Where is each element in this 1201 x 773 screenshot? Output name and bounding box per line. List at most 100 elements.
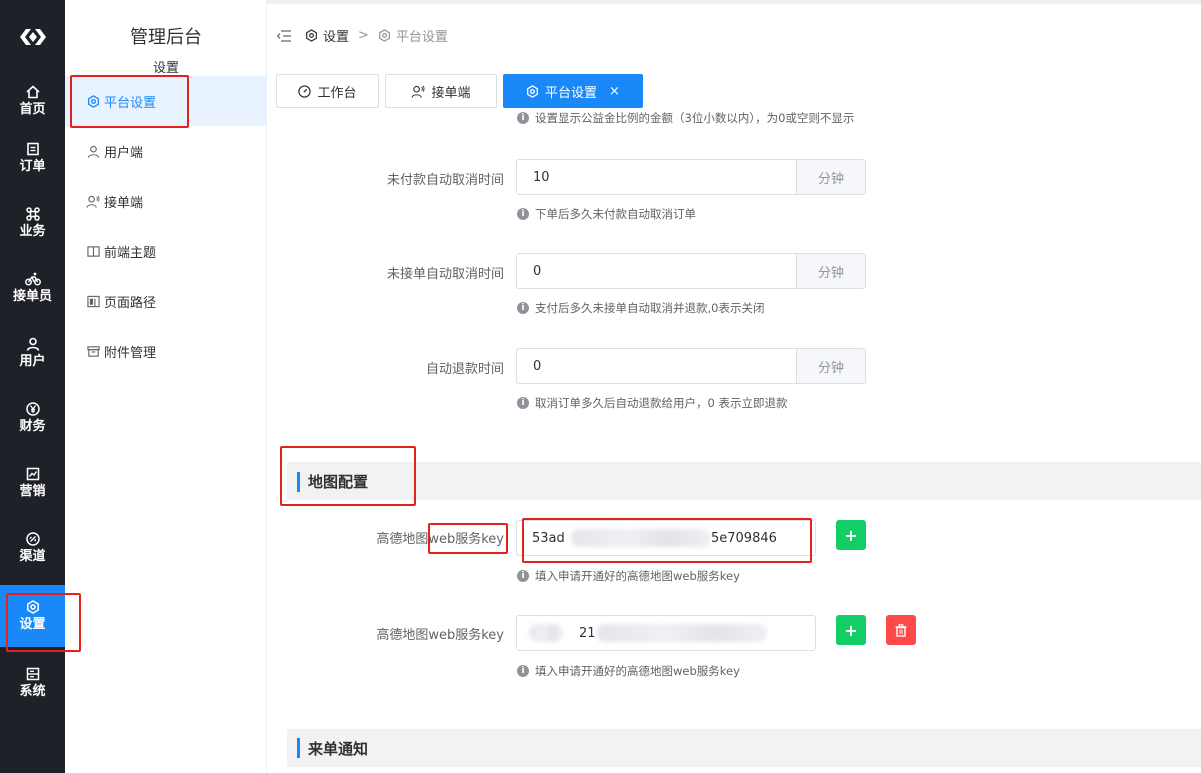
- unpaid-cancel-input[interactable]: 10: [516, 159, 796, 195]
- unaccepted-cancel-label: 未接单自动取消时间: [386, 267, 504, 282]
- info-icon: i: [517, 397, 529, 409]
- key-value-fragment: 21: [579, 625, 596, 641]
- logo-icon: [19, 29, 46, 45]
- label-part: web服务key: [428, 628, 504, 643]
- unaccepted-cancel-input-group: 0 分钟: [516, 253, 866, 289]
- archive-icon: [86, 344, 100, 358]
- submenu-item-frontend-theme[interactable]: 前端主题: [65, 226, 267, 276]
- settings-icon: [86, 94, 100, 108]
- yuan-icon: [25, 401, 41, 417]
- rail-item-orders[interactable]: 订单: [0, 127, 65, 189]
- rail-label: 营销: [19, 484, 46, 499]
- rail-label: 渠道: [19, 549, 46, 564]
- rail-item-channels[interactable]: 渠道: [0, 517, 65, 579]
- delete-key-button[interactable]: [886, 615, 916, 645]
- submenu-item-label: 附件管理: [104, 345, 157, 361]
- map-key-input-1[interactable]: 53ad 5e709846: [516, 520, 816, 556]
- redacted-mask: [571, 529, 711, 547]
- label-part: 高德地图: [376, 532, 429, 547]
- charity-ratio-hint: i 设置显示公益金比例的金额（3位小数以内），为0或空则不显示: [517, 110, 854, 126]
- breadcrumb: 设置 > 平台设置: [277, 26, 448, 45]
- rail-item-settings[interactable]: 设置: [0, 585, 65, 647]
- unpaid-cancel-hint: i 下单后多久未付款自动取消订单: [517, 206, 696, 222]
- submenu-item-attachments[interactable]: 附件管理: [65, 326, 267, 376]
- layout-icon: [86, 294, 100, 308]
- unpaid-cancel-input-group: 10 分钟: [516, 159, 866, 195]
- unaccepted-cancel-hint: i 支付后多久未接单自动取消并退款,0表示关闭: [517, 300, 764, 316]
- settings-icon: [378, 29, 391, 42]
- breadcrumb-item-platform-settings: 平台设置: [395, 30, 448, 45]
- rail-label: 设置: [19, 617, 46, 632]
- auto-refund-input-group: 0 分钟: [516, 348, 866, 384]
- trash-icon: [895, 623, 907, 637]
- unit-minutes: 分钟: [796, 253, 866, 289]
- map-key-hint: i 填入申请开通好的高德地图web服务key: [517, 568, 740, 584]
- user-icon: [25, 336, 41, 352]
- submenu-item-platform-settings[interactable]: 平台设置: [65, 76, 267, 126]
- settings-icon: [25, 599, 41, 615]
- command-icon: [25, 206, 41, 222]
- order-icon: [25, 141, 41, 157]
- auto-refund-hint: i 取消订单多久后自动退款给用户，0 表示立即退款: [517, 395, 787, 411]
- section-accent-bar: [297, 738, 300, 758]
- rail-item-finance[interactable]: 财务: [0, 387, 65, 449]
- user-signal-icon: [411, 85, 425, 98]
- map-key-input-2[interactable]: 21: [516, 615, 816, 651]
- rail-item-system[interactable]: 系统: [0, 652, 65, 714]
- key-value-end: 5e709846: [711, 530, 777, 546]
- hint-text: 填入申请开通好的高德地图web服务key: [535, 664, 740, 678]
- submenu-item-page-paths[interactable]: 页面路径: [65, 276, 267, 326]
- breadcrumb-separator: >: [358, 28, 369, 43]
- label-part: web服务key: [428, 532, 504, 547]
- rail-label: 财务: [19, 419, 46, 434]
- book-icon: [86, 244, 100, 258]
- rail-label: 系统: [19, 684, 46, 699]
- rail-item-business[interactable]: 业务: [0, 192, 65, 254]
- rail-label: 业务: [19, 224, 46, 239]
- tab-platform-settings[interactable]: 平台设置 ×: [503, 74, 643, 108]
- order-notify-section: 来单通知: [287, 729, 1201, 767]
- section-accent-bar: [297, 472, 300, 492]
- collapse-menu-icon[interactable]: [277, 29, 291, 42]
- add-key-button[interactable]: +: [836, 520, 866, 550]
- auto-refund-input[interactable]: 0: [516, 348, 796, 384]
- submenu-item-label: 页面路径: [104, 295, 157, 311]
- rail-item-home[interactable]: 首页: [0, 70, 65, 132]
- tab-workbench[interactable]: 工作台: [276, 74, 379, 108]
- rail-item-users[interactable]: 用户: [0, 322, 65, 384]
- redacted-mask: [597, 624, 767, 642]
- rail-item-couriers[interactable]: 接单员: [0, 257, 65, 319]
- rail-item-marketing[interactable]: 营销: [0, 452, 65, 514]
- app-logo[interactable]: [0, 22, 65, 52]
- hint-text: 设置显示公益金比例的金额（3位小数以内），为0或空则不显示: [535, 111, 855, 125]
- submenu-item-label: 平台设置: [104, 95, 157, 111]
- submenu-item-label: 接单端: [104, 195, 144, 211]
- link-icon: [25, 531, 41, 547]
- user-icon: [86, 144, 100, 158]
- dashboard-icon: [298, 84, 312, 98]
- unaccepted-cancel-input[interactable]: 0: [516, 253, 796, 289]
- rail-label: 首页: [19, 102, 46, 117]
- info-icon: i: [517, 302, 529, 314]
- tab-close-icon[interactable]: ×: [609, 84, 620, 99]
- submenu-subtitle: 设置: [152, 61, 179, 76]
- bike-icon: [24, 271, 41, 287]
- map-key-hint: i 填入申请开通好的高德地图web服务key: [517, 663, 740, 679]
- tab-courier-client[interactable]: 接单端: [385, 74, 497, 108]
- settings-icon: [305, 29, 318, 42]
- map-key-label: 高德地图web服务key: [376, 624, 504, 643]
- unit-minutes: 分钟: [796, 348, 866, 384]
- key-value-start: 53ad: [532, 530, 565, 546]
- submenu-item-user-client[interactable]: 用户端: [65, 126, 267, 176]
- auto-refund-label: 自动退款时间: [425, 362, 504, 377]
- user-signal-icon: [86, 194, 100, 208]
- breadcrumb-item-settings[interactable]: 设置: [323, 26, 349, 45]
- info-icon: i: [517, 665, 529, 677]
- add-key-button[interactable]: +: [836, 615, 866, 645]
- submenu-item-courier-client[interactable]: 接单端: [65, 176, 267, 226]
- tab-label: 接单端: [431, 85, 471, 101]
- system-icon: [25, 666, 41, 682]
- submenu-item-label: 用户端: [104, 145, 144, 161]
- settings-icon: [526, 84, 539, 98]
- top-bar: 设置 > 平台设置: [267, 0, 1201, 66]
